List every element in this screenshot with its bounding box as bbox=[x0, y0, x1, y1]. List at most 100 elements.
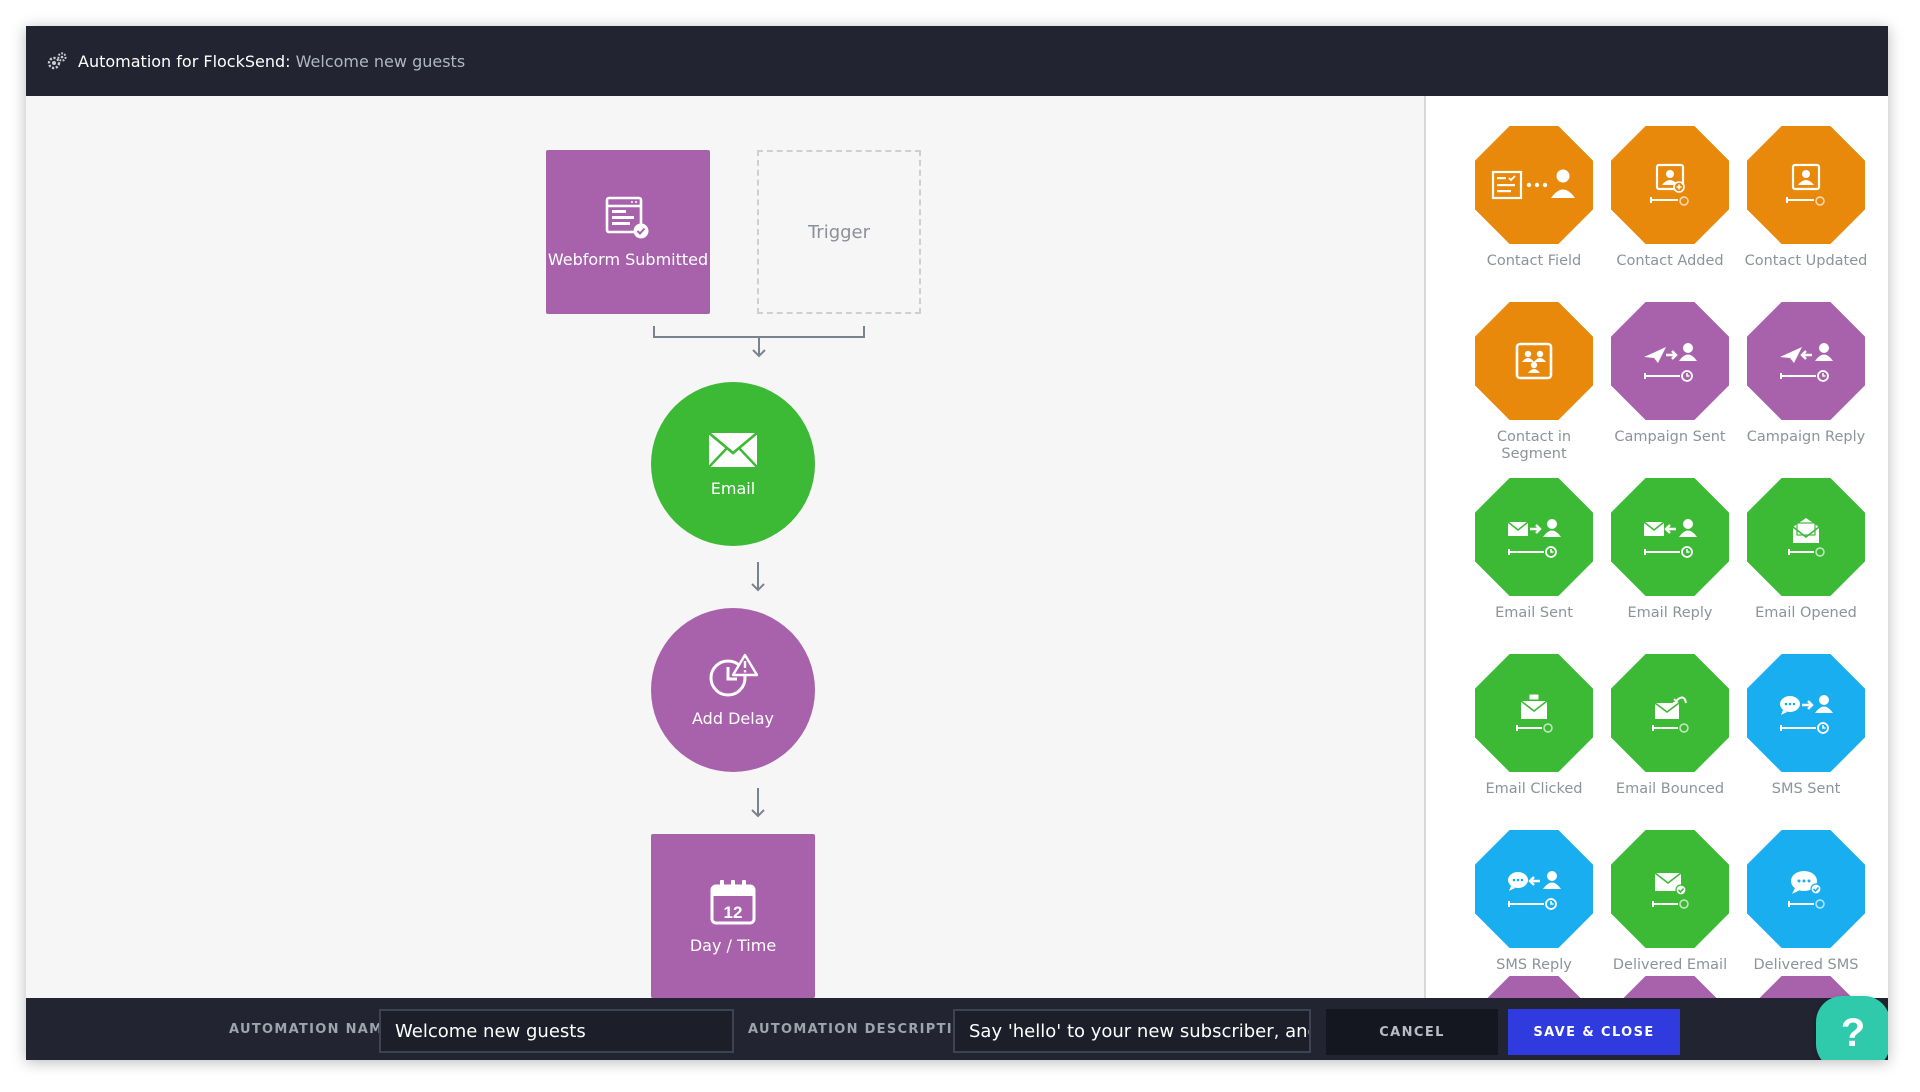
email-reply-icon bbox=[1643, 519, 1697, 558]
palette-email-opened[interactable]: Email Opened bbox=[1738, 478, 1874, 622]
trigger-node-webform[interactable]: Webform Submitted bbox=[546, 150, 710, 314]
palette-contact-in-segment[interactable]: Contact in Segment bbox=[1466, 302, 1602, 463]
gears-icon bbox=[47, 52, 67, 70]
calendar-day-number: 12 bbox=[724, 903, 743, 922]
palette-label: Contact Field bbox=[1486, 253, 1582, 269]
campaign-sent-icon bbox=[1644, 343, 1697, 382]
palette-label: Delivered SMS bbox=[1753, 957, 1859, 973]
palette-label: Contact Added bbox=[1616, 253, 1724, 269]
palette-contact-field[interactable]: Contact Field bbox=[1466, 126, 1602, 270]
palette-campaign-reply[interactable]: Campaign Reply bbox=[1738, 302, 1874, 446]
partial-tile bbox=[1475, 976, 1593, 998]
connector-arrow-1 bbox=[751, 562, 765, 592]
email-opened-tile bbox=[1747, 478, 1865, 596]
palette-email-bounced[interactable]: Email Bounced bbox=[1602, 654, 1738, 798]
partial-tile bbox=[1747, 976, 1865, 998]
contact-field-tile bbox=[1475, 126, 1593, 244]
clock-alert-icon bbox=[709, 653, 759, 696]
sms-reply-tile bbox=[1475, 830, 1593, 948]
palette-contact-added[interactable]: Contact Added bbox=[1602, 126, 1738, 270]
campaign-sent-tile bbox=[1611, 302, 1729, 420]
day-time-node[interactable]: 12 Day / Time bbox=[651, 834, 815, 998]
palette-label: Contact Updated bbox=[1744, 253, 1868, 269]
email-opened-icon bbox=[1788, 518, 1825, 557]
email-sent-icon bbox=[1507, 519, 1561, 558]
palette-label: Contact in Segment bbox=[1496, 429, 1572, 462]
automation-description-label: AUTOMATION DESCRIPTION bbox=[748, 1022, 978, 1037]
palette-email-reply[interactable]: Email Reply bbox=[1602, 478, 1738, 622]
delivered-email-icon bbox=[1652, 872, 1689, 909]
automation-window: Automation for FlockSend: Welcome new gu… bbox=[26, 26, 1888, 1060]
delivered-sms-tile bbox=[1747, 830, 1865, 948]
trigger-palette[interactable]: Contact Field Contact Added Contact Upda… bbox=[1424, 96, 1888, 998]
app-title: Automation for FlockSend bbox=[78, 51, 286, 71]
sms-sent-icon bbox=[1780, 695, 1833, 734]
delivered-email-tile bbox=[1611, 830, 1729, 948]
save-close-button[interactable]: SAVE & CLOSE bbox=[1508, 1009, 1680, 1055]
email-clicked-icon bbox=[1516, 693, 1553, 733]
palette-label: Campaign Reply bbox=[1746, 429, 1866, 445]
palette-label: Campaign Sent bbox=[1614, 429, 1726, 445]
palette-label: SMS Reply bbox=[1496, 957, 1572, 973]
partial-tile bbox=[1611, 976, 1729, 998]
palette-label: Email Clicked bbox=[1485, 781, 1583, 797]
footer-bar: AUTOMATION NAME Welcome new guests AUTOM… bbox=[26, 998, 1888, 1060]
palette-label: Email Sent bbox=[1495, 605, 1573, 621]
question-mark-icon: ? bbox=[1840, 1011, 1866, 1055]
email-bounced-tile bbox=[1611, 654, 1729, 772]
campaign-reply-tile bbox=[1747, 302, 1865, 420]
daytime-node-label: Day / Time bbox=[689, 935, 777, 955]
email-bounced-icon bbox=[1652, 696, 1689, 733]
sms-sent-tile bbox=[1747, 654, 1865, 772]
connector-arrow-2 bbox=[751, 788, 765, 818]
email-clicked-tile bbox=[1475, 654, 1593, 772]
contact-added-tile bbox=[1611, 126, 1729, 244]
contact-added-icon bbox=[1650, 163, 1689, 206]
title-separator: : bbox=[285, 51, 291, 71]
palette-delivered-email[interactable]: Delivered Email bbox=[1602, 830, 1738, 974]
email-sent-tile bbox=[1475, 478, 1593, 596]
automation-name-input[interactable]: Welcome new guests bbox=[379, 1009, 734, 1053]
calendar-icon: 12 bbox=[710, 879, 756, 924]
palette-contact-updated[interactable]: Contact Updated bbox=[1738, 126, 1874, 270]
palette-sms-reply[interactable]: SMS Reply bbox=[1466, 830, 1602, 974]
cancel-button[interactable]: CANCEL bbox=[1326, 1009, 1498, 1055]
contact-updated-icon bbox=[1786, 163, 1825, 206]
automation-name-label: AUTOMATION NAME bbox=[229, 1022, 394, 1037]
email-reply-tile bbox=[1611, 478, 1729, 596]
add-trigger-label: Trigger bbox=[807, 221, 871, 243]
palette-label: Email Bounced bbox=[1615, 781, 1725, 797]
segment-tile bbox=[1475, 302, 1593, 420]
palette-label: Email Opened bbox=[1755, 605, 1857, 621]
contact-field-icon bbox=[1491, 169, 1575, 200]
palette-email-clicked[interactable]: Email Clicked bbox=[1466, 654, 1602, 798]
webform-icon bbox=[605, 196, 649, 238]
palette-delivered-sms[interactable]: Delivered SMS bbox=[1738, 830, 1874, 974]
help-button[interactable]: ? bbox=[1816, 996, 1888, 1060]
palette-sms-sent[interactable]: SMS Sent bbox=[1738, 654, 1874, 798]
palette-label: SMS Sent bbox=[1771, 781, 1841, 797]
add-trigger-placeholder[interactable]: Trigger bbox=[757, 150, 921, 314]
palette-partial-item-1[interactable] bbox=[1466, 976, 1602, 998]
trigger-merge-connector bbox=[653, 326, 865, 358]
delay-node-label: Add Delay bbox=[692, 708, 774, 728]
trigger-node-label: Webform Submitted bbox=[547, 249, 709, 269]
add-delay-node[interactable]: Add Delay bbox=[651, 608, 815, 772]
flow-canvas[interactable]: Webform Submitted Trigger Email Add Dela… bbox=[26, 96, 1424, 998]
header-bar: Automation for FlockSend: Welcome new gu… bbox=[26, 26, 1888, 96]
palette-partial-item-3[interactable] bbox=[1738, 976, 1874, 998]
sms-reply-icon bbox=[1508, 871, 1561, 910]
campaign-reply-icon bbox=[1780, 343, 1833, 382]
palette-partial-item-2[interactable] bbox=[1602, 976, 1738, 998]
palette-label: Delivered Email bbox=[1612, 957, 1728, 973]
palette-label: Email Reply bbox=[1627, 605, 1713, 621]
segment-icon bbox=[1515, 342, 1553, 380]
delivered-sms-icon bbox=[1788, 871, 1825, 909]
palette-campaign-sent[interactable]: Campaign Sent bbox=[1602, 302, 1738, 446]
envelope-icon bbox=[708, 431, 758, 468]
palette-email-sent[interactable]: Email Sent bbox=[1466, 478, 1602, 622]
email-node-label: Email bbox=[710, 478, 756, 498]
email-action-node[interactable]: Email bbox=[651, 382, 815, 546]
automation-title: Welcome new guests bbox=[295, 51, 466, 71]
automation-description-input[interactable]: Say 'hello' to your new subscriber, and … bbox=[953, 1009, 1311, 1053]
